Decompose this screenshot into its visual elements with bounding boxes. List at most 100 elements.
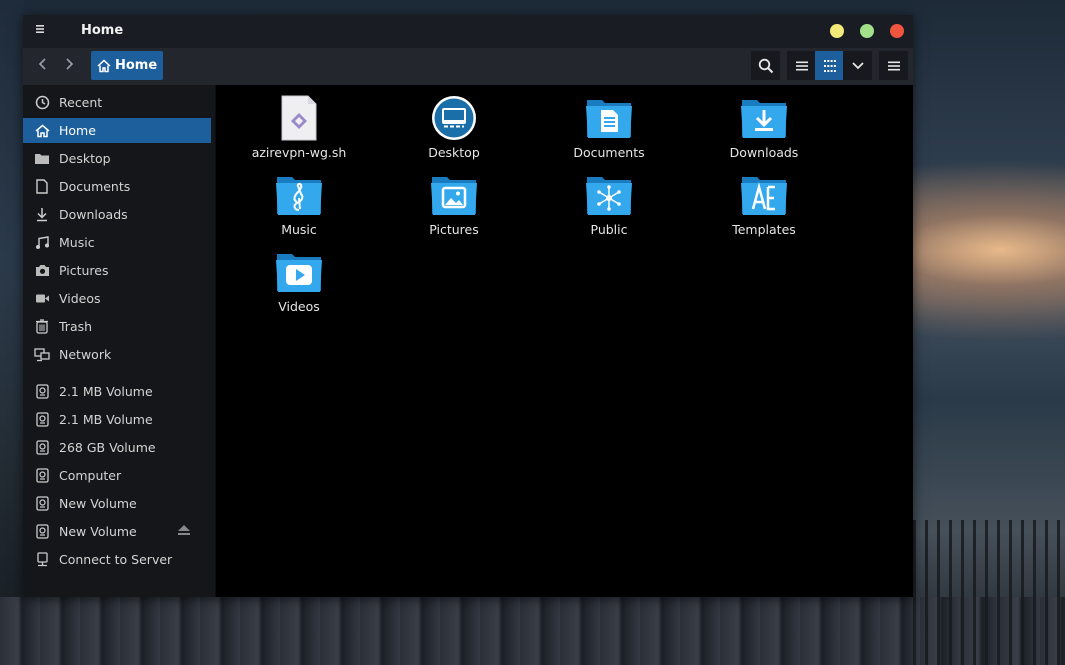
sidebar-item-network[interactable]: Network	[23, 342, 211, 367]
file-item-templates[interactable]: Templates	[704, 172, 824, 237]
file-label: Pictures	[429, 222, 479, 237]
sidebar-item-label: Recent	[59, 95, 103, 110]
drive-icon	[34, 440, 50, 456]
list-view-button[interactable]	[787, 51, 816, 80]
trash-icon	[34, 319, 50, 335]
sidebar-item-label: New Volume	[59, 524, 137, 539]
sidebar-item-label: Home	[59, 123, 96, 138]
sidebar-device-volume-2[interactable]: 2.1 MB Volume	[23, 407, 211, 432]
network-icon	[34, 347, 50, 363]
file-item-music[interactable]: Music	[239, 172, 359, 237]
breadcrumb-home[interactable]: Home	[91, 51, 164, 80]
file-grid: azirevpn-wg.sh Desktop Documents Downloa…	[216, 85, 913, 597]
sidebar-item-label: Downloads	[59, 207, 128, 222]
wallpaper-pier	[0, 597, 1065, 665]
sidebar-item-label: 2.1 MB Volume	[59, 384, 153, 399]
sidebar-device-volume-1[interactable]: 2.1 MB Volume	[23, 379, 211, 404]
video-icon	[34, 291, 50, 307]
file-item-downloads[interactable]: Downloads	[704, 95, 824, 160]
file-label: azirevpn-wg.sh	[251, 145, 347, 160]
sidebar-item-label: Desktop	[59, 151, 111, 166]
documents-folder-icon	[584, 95, 634, 141]
file-item-pictures[interactable]: Pictures	[394, 172, 514, 237]
sidebar-device-computer[interactable]: Computer	[23, 463, 211, 488]
file-label: Downloads	[729, 145, 799, 160]
file-manager-window: Home Home Recent Home Desktop Documents …	[23, 15, 913, 597]
sidebar-device-volume-3[interactable]: 268 GB Volume	[23, 435, 211, 460]
wallpaper-railing	[913, 520, 1065, 665]
back-button[interactable]	[34, 57, 52, 75]
file-item-azirevpn[interactable]: azirevpn-wg.sh	[239, 95, 359, 160]
sidebar-item-label: Music	[59, 235, 95, 250]
breadcrumb-label: Home	[115, 58, 158, 73]
sidebar-item-recent[interactable]: Recent	[23, 90, 211, 115]
minimize-button[interactable]	[830, 24, 844, 38]
sidebar: Recent Home Desktop Documents Downloads …	[23, 85, 216, 597]
drive-icon	[34, 496, 50, 512]
folder-icon	[34, 151, 50, 167]
file-item-videos[interactable]: Videos	[239, 249, 359, 314]
public-folder-icon	[584, 172, 634, 218]
music-folder-icon	[274, 172, 324, 218]
server-icon	[34, 552, 50, 568]
sidebar-item-documents[interactable]: Documents	[23, 174, 211, 199]
sidebar-item-label: Network	[59, 347, 112, 362]
sidebar-item-label: Trash	[59, 319, 93, 334]
file-label: Desktop	[428, 145, 480, 160]
sidebar-item-pictures[interactable]: Pictures	[23, 258, 211, 283]
window-title: Home	[81, 23, 124, 38]
script-file-icon	[274, 95, 324, 141]
home-icon	[97, 58, 111, 72]
drive-icon	[34, 384, 50, 400]
sidebar-item-label: 268 GB Volume	[59, 440, 156, 455]
desktop-folder-icon	[429, 95, 479, 141]
file-item-desktop[interactable]: Desktop	[394, 95, 514, 160]
forward-button[interactable]	[60, 57, 78, 75]
toolbar: Home	[23, 48, 913, 85]
file-label: Public	[590, 222, 628, 237]
sidebar-device-new-volume-2[interactable]: New Volume	[23, 519, 211, 544]
grid-view-icon	[823, 59, 836, 72]
title-bar: Home	[23, 15, 913, 48]
sidebar-item-label: New Volume	[59, 496, 137, 511]
maximize-button[interactable]	[860, 24, 874, 38]
clock-icon	[34, 95, 50, 111]
sidebar-item-music[interactable]: Music	[23, 230, 211, 255]
file-label: Documents	[573, 145, 645, 160]
main-menu-button[interactable]	[879, 51, 908, 80]
file-item-documents[interactable]: Documents	[549, 95, 669, 160]
sidebar-item-label: 2.1 MB Volume	[59, 412, 153, 427]
sidebar-item-downloads[interactable]: Downloads	[23, 202, 211, 227]
sidebar-item-trash[interactable]: Trash	[23, 314, 211, 339]
grid-view-button[interactable]	[815, 51, 844, 80]
sidebar-connect-to-server[interactable]: Connect to Server	[23, 547, 211, 572]
templates-folder-icon	[739, 172, 789, 218]
home-icon	[34, 123, 50, 139]
sidebar-item-label: Documents	[59, 179, 131, 194]
sidebar-item-label: Connect to Server	[59, 552, 173, 567]
close-button[interactable]	[890, 24, 904, 38]
eject-icon[interactable]	[177, 524, 193, 538]
music-icon	[34, 235, 50, 251]
view-options-button[interactable]	[843, 51, 872, 80]
drive-icon	[34, 468, 50, 484]
sidebar-item-home[interactable]: Home	[23, 118, 211, 143]
sidebar-device-new-volume-1[interactable]: New Volume	[23, 491, 211, 516]
file-label: Templates	[732, 222, 796, 237]
downloads-folder-icon	[739, 95, 789, 141]
search-icon	[758, 58, 773, 73]
file-item-public[interactable]: Public	[549, 172, 669, 237]
document-icon	[34, 179, 50, 195]
drive-icon	[34, 412, 50, 428]
hamburger-icon	[887, 61, 900, 70]
wallpaper	[0, 0, 24, 665]
window-menu-icon[interactable]	[32, 23, 48, 39]
search-button[interactable]	[751, 51, 780, 80]
videos-folder-icon	[274, 249, 324, 295]
camera-icon	[34, 263, 50, 279]
sidebar-item-label: Computer	[59, 468, 122, 483]
chevron-down-icon	[851, 61, 864, 69]
sidebar-item-desktop[interactable]: Desktop	[23, 146, 211, 171]
sidebar-item-videos[interactable]: Videos	[23, 286, 211, 311]
pictures-folder-icon	[429, 172, 479, 218]
